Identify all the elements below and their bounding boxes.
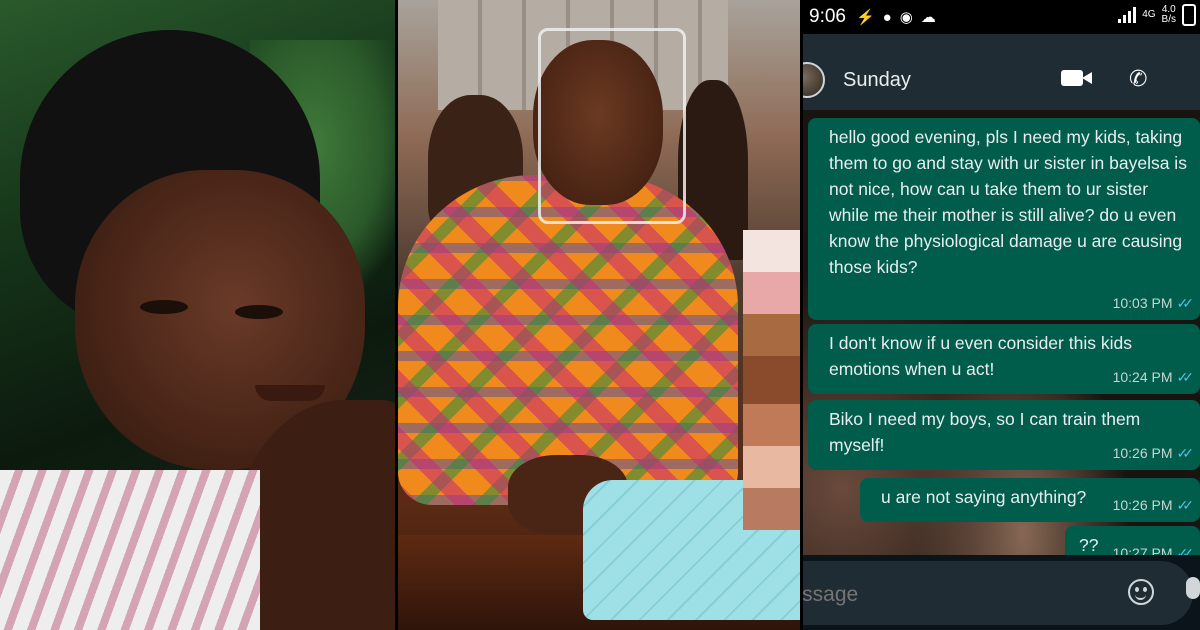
woman-photo [0, 0, 395, 630]
read-receipt-icon: ✓✓ [1176, 497, 1195, 513]
signal-icon [1118, 7, 1137, 23]
message-meta: 10:26 PM ✓✓ [1112, 492, 1195, 518]
message-meta: 10:24 PM ✓✓ [1112, 364, 1195, 390]
network-type: 4G [1142, 9, 1156, 20]
notification-icon: ◉ [899, 9, 913, 26]
status-bar: 9:06 ⚡ ● ◉ ☁ 4G 4.0 B/s [803, 0, 1200, 34]
compose-bar [803, 555, 1200, 630]
message-text: u are not saying anything? [881, 487, 1087, 507]
message-time: 10:03 PM [1112, 295, 1173, 311]
avatar[interactable] [803, 62, 825, 98]
battery-icon [1182, 4, 1196, 26]
read-receipt-icon: ✓✓ [1176, 295, 1195, 311]
message-bubble[interactable]: u are not saying anything? 10:26 PM ✓✓ [860, 478, 1200, 522]
messenger-icon: ● [882, 8, 892, 26]
message-time: 10:26 PM [1112, 497, 1173, 513]
chat-screenshot: 9:06 ⚡ ● ◉ ☁ 4G 4.0 B/s Sunday ✆ ⋮ hello… [803, 0, 1200, 630]
right-eye [235, 305, 283, 319]
cloud-icon: ☁ [920, 9, 936, 26]
face-detection-box [538, 28, 686, 224]
message-meta: 10:26 PM ✓✓ [1112, 440, 1195, 466]
status-right: 4G 4.0 B/s [1118, 4, 1196, 26]
message-text: ?? [1079, 535, 1099, 555]
mouth [255, 385, 325, 401]
man-photo [398, 0, 800, 630]
message-bubble[interactable]: hello good evening, pls I need my kids, … [808, 118, 1200, 320]
message-text: hello good evening, pls I need my kids, … [829, 127, 1187, 277]
message-bubble[interactable]: Biko I need my boys, so I can train them… [808, 400, 1200, 470]
message-input[interactable] [803, 583, 1073, 607]
read-receipt-icon: ✓✓ [1176, 369, 1195, 385]
network-indicator: 4G [1142, 10, 1155, 20]
message-list[interactable]: hello good evening, pls I need my kids, … [803, 110, 1200, 570]
emoji-icon[interactable] [1128, 579, 1154, 605]
video-call-icon[interactable] [1061, 66, 1083, 92]
speed-indicator: 4.0 B/s [1162, 5, 1176, 25]
speed-unit: B/s [1161, 14, 1176, 25]
phone-icon[interactable]: ✆ [1129, 66, 1147, 92]
pixelated-blur [743, 230, 800, 530]
messenger-icon: ⚡ [855, 9, 875, 26]
message-bubble[interactable]: I don't know if u even consider this kid… [808, 324, 1200, 394]
message-meta: 10:03 PM ✓✓ [1112, 290, 1195, 316]
read-receipt-icon: ✓✓ [1176, 445, 1195, 461]
contact-name[interactable]: Sunday [843, 69, 911, 92]
striped-shirt [0, 470, 260, 630]
message-time: 10:24 PM [1112, 369, 1173, 385]
mic-icon[interactable] [1186, 577, 1200, 599]
status-time: 9:06 [809, 6, 846, 27]
more-vertical-icon[interactable]: ⋮ [1192, 66, 1200, 92]
message-time: 10:26 PM [1112, 445, 1173, 461]
left-eye [140, 300, 188, 314]
